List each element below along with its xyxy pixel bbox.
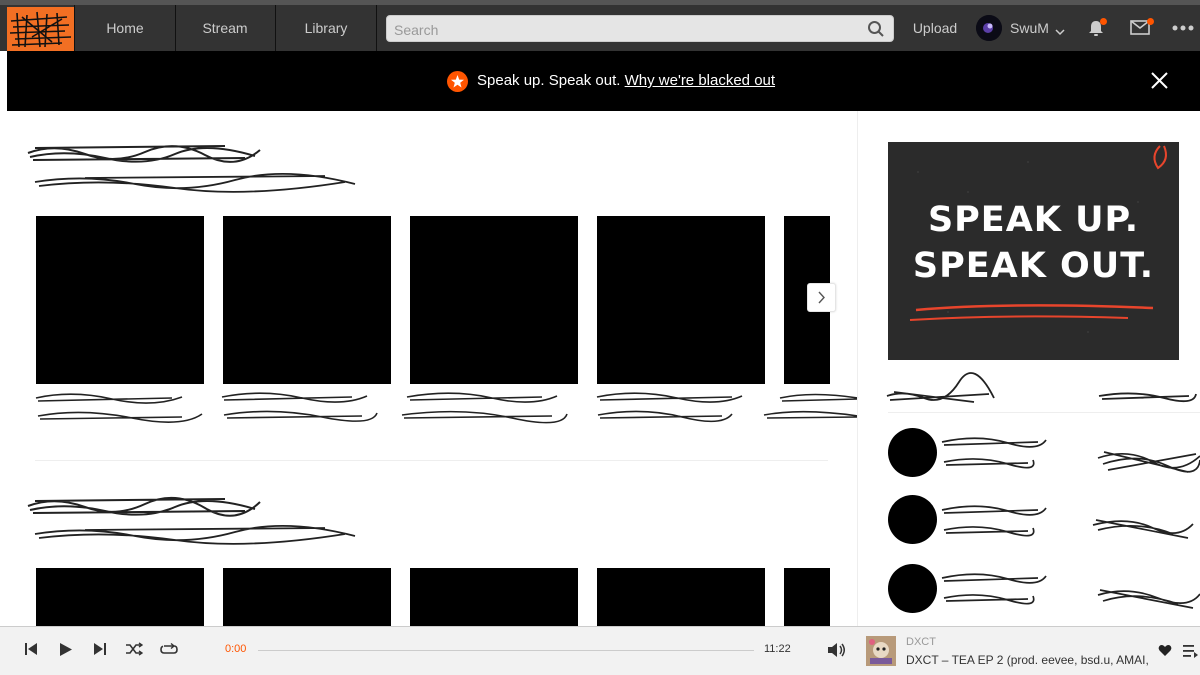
username[interactable]: SwuM bbox=[1010, 5, 1049, 51]
playlist-tile[interactable] bbox=[784, 568, 830, 626]
top-header: Home Stream Library Upload SwuM bbox=[0, 5, 1200, 51]
section-1-heading-redacted bbox=[27, 145, 356, 193]
search-bar bbox=[386, 15, 894, 43]
skip-back-icon[interactable] bbox=[24, 642, 38, 661]
bell-notification-dot bbox=[1100, 18, 1107, 25]
current-time: 0:00 bbox=[225, 643, 247, 655]
suggested-user-avatar[interactable] bbox=[888, 495, 937, 544]
playlist-tile[interactable] bbox=[223, 568, 391, 626]
playlist-tile[interactable] bbox=[410, 216, 578, 384]
suggested-user-avatar[interactable] bbox=[888, 428, 937, 477]
suggested-users-redacted bbox=[941, 437, 1200, 609]
queue-icon[interactable] bbox=[1182, 643, 1198, 664]
nav-home[interactable]: Home bbox=[74, 5, 176, 51]
promo-line-1: SPEAK UP. bbox=[927, 200, 1140, 240]
playlist-tile[interactable] bbox=[223, 216, 391, 384]
blackout-promo-image[interactable]: SPEAK UP. SPEAK OUT. bbox=[888, 142, 1179, 360]
heart-icon[interactable] bbox=[1158, 644, 1172, 662]
banner-message: Speak up. Speak out. Why we're blacked o… bbox=[477, 72, 775, 89]
section-divider bbox=[35, 460, 828, 461]
skip-forward-icon[interactable] bbox=[93, 642, 107, 661]
total-time: 11:22 bbox=[764, 643, 791, 655]
nav-stream[interactable]: Stream bbox=[175, 5, 276, 51]
now-playing-artist[interactable]: DXCT bbox=[906, 636, 936, 648]
search-icon[interactable] bbox=[867, 20, 885, 43]
user-avatar[interactable] bbox=[976, 15, 1002, 41]
now-playing-artwork[interactable] bbox=[866, 636, 896, 666]
shuffle-icon[interactable] bbox=[125, 642, 144, 661]
sidebar-heading-redacted bbox=[886, 372, 1197, 403]
mail-notification-dot bbox=[1147, 18, 1154, 25]
playlist-tile[interactable] bbox=[36, 568, 204, 626]
promo-line-2: SPEAK OUT. bbox=[912, 246, 1155, 286]
now-playing-title[interactable]: DXCT – TEA EP 2 (prod. eevee, bsd.u, AMA… bbox=[906, 653, 1151, 667]
logo[interactable] bbox=[7, 7, 74, 51]
sidebar-separator bbox=[888, 412, 1200, 413]
upload-link[interactable]: Upload bbox=[904, 5, 966, 51]
playlist-tile[interactable] bbox=[410, 568, 578, 626]
volume-icon[interactable] bbox=[827, 641, 847, 664]
blackout-banner: Speak up. Speak out. Why we're blacked o… bbox=[7, 51, 1200, 111]
star-icon bbox=[447, 71, 468, 97]
search-input[interactable] bbox=[392, 16, 856, 43]
chevron-down-icon[interactable] bbox=[1055, 23, 1065, 41]
progress-bar[interactable] bbox=[258, 650, 754, 651]
suggested-user-avatar[interactable] bbox=[888, 564, 937, 613]
nav-library[interactable]: Library bbox=[276, 5, 377, 51]
more-icon[interactable] bbox=[1172, 19, 1194, 42]
playlist-tile[interactable] bbox=[36, 216, 204, 384]
playback-bar: 0:00 11:22 DXCT DXCT – TEA EP 2 (prod. e… bbox=[0, 626, 1200, 675]
banner-text: Speak up. Speak out. bbox=[477, 72, 621, 89]
playlist-tile[interactable] bbox=[597, 216, 765, 384]
section-2-heading-redacted bbox=[27, 496, 356, 545]
close-icon[interactable] bbox=[1151, 72, 1168, 94]
play-icon[interactable] bbox=[59, 642, 73, 662]
row-1-captions-redacted bbox=[35, 392, 859, 424]
repeat-icon[interactable] bbox=[160, 642, 178, 662]
sidebar-divider bbox=[857, 111, 858, 626]
carousel-next-button[interactable] bbox=[807, 283, 836, 312]
playlist-tile[interactable] bbox=[597, 568, 765, 626]
banner-link[interactable]: Why we're blacked out bbox=[625, 72, 775, 89]
